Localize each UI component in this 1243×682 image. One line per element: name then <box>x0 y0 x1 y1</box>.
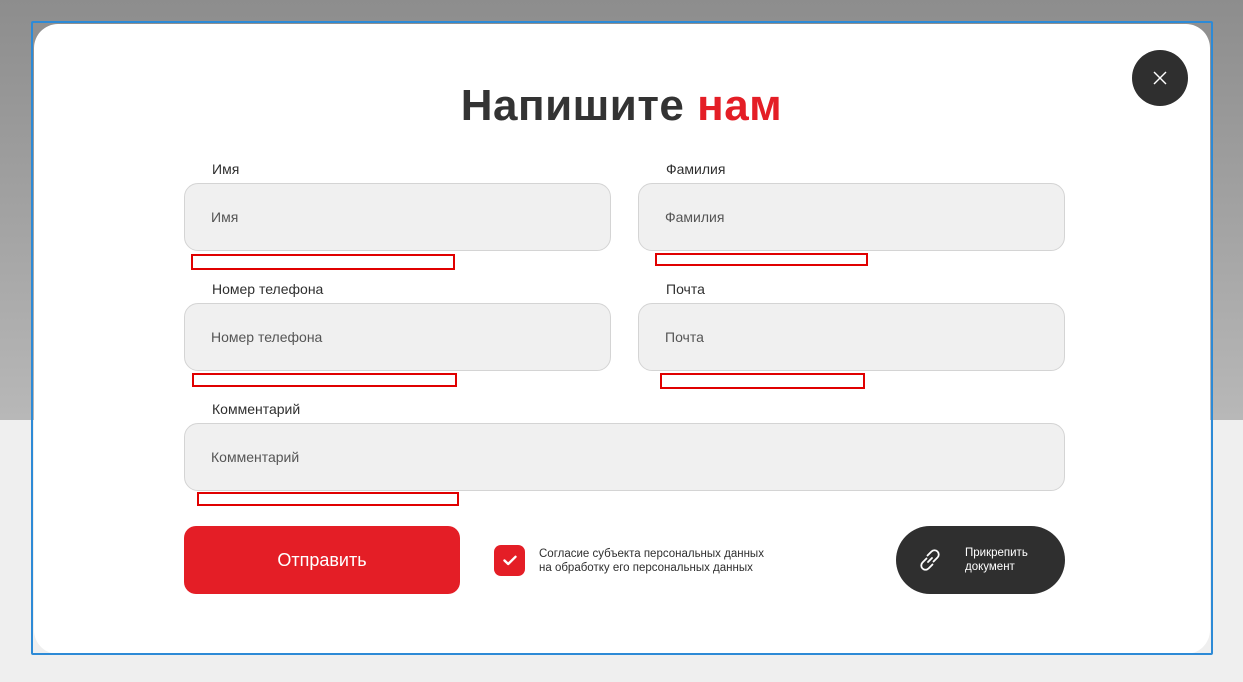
attach-line-2: документ <box>965 561 1015 573</box>
phone-input[interactable] <box>184 303 611 371</box>
page-title: Напишите нам <box>0 78 1243 134</box>
first-name-label: Имя <box>212 161 240 177</box>
email-label: Почта <box>666 281 705 297</box>
comment-label: Комментарий <box>212 401 301 417</box>
submit-button[interactable]: Отправить <box>184 526 460 594</box>
comment-input[interactable] <box>184 423 1065 491</box>
phone-label: Номер телефона <box>212 281 324 297</box>
first-name-input[interactable] <box>184 183 611 251</box>
last-name-input[interactable] <box>638 183 1065 251</box>
attach-label: Прикрепить документ <box>965 546 1055 574</box>
first-name-error-marker <box>191 254 455 270</box>
consent-checkbox[interactable] <box>494 545 525 576</box>
paperclip-link-icon <box>920 549 940 571</box>
title-text: Напишите <box>460 81 685 130</box>
last-name-error-marker <box>655 253 868 266</box>
email-input[interactable] <box>638 303 1065 371</box>
consent-text: Согласие субъекта персональных данных на… <box>539 547 799 575</box>
consent-line-1: Согласие субъекта персональных данных <box>539 548 764 560</box>
consent-line-2: на обработку его персональных данных <box>539 562 753 574</box>
attach-line-1: Прикрепить <box>965 547 1028 559</box>
comment-error-marker <box>197 492 459 506</box>
phone-error-marker <box>192 373 457 387</box>
last-name-label: Фамилия <box>666 161 726 177</box>
email-error-marker <box>660 373 865 389</box>
check-icon <box>502 555 517 566</box>
attach-document-button[interactable]: Прикрепить документ <box>896 526 1065 594</box>
title-accent: нам <box>697 81 783 130</box>
